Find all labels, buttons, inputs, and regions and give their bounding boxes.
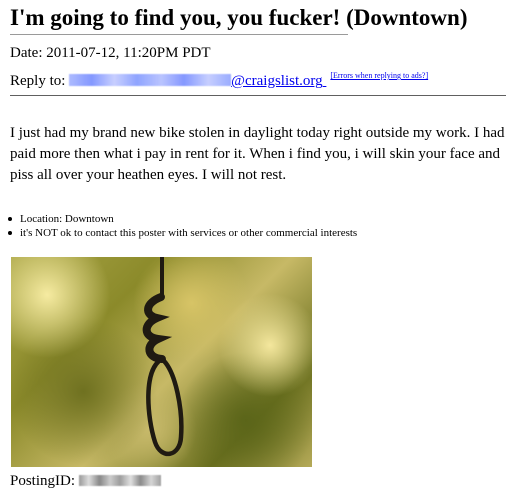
reply-email-link[interactable]: @craigslist.org bbox=[69, 73, 326, 89]
location-text: Location: Downtown bbox=[20, 213, 114, 225]
posting-id-label: PostingID: bbox=[10, 473, 76, 489]
reply-label: Reply to: bbox=[10, 73, 66, 89]
posting-date-line: Date: 2011-07-12, 11:20PM PDT bbox=[10, 43, 211, 63]
bullet-dot-icon bbox=[8, 231, 12, 235]
bullet-dot-icon bbox=[8, 217, 12, 221]
posting-details-list: Location: Downtown it's NOT ok to contac… bbox=[7, 212, 357, 240]
title-divider bbox=[10, 34, 348, 35]
section-divider bbox=[10, 95, 506, 96]
location-detail: Location: Downtown bbox=[7, 212, 357, 226]
reply-to-line: Reply to: @craigslist.org [Errors when r… bbox=[10, 66, 428, 91]
noose-knot-coils bbox=[142, 293, 173, 363]
date-label: Date: bbox=[10, 45, 43, 61]
noose-loop bbox=[146, 356, 184, 456]
noose-image bbox=[142, 257, 184, 456]
errors-replying-link[interactable]: [Errors when replying to ads?] bbox=[330, 71, 428, 80]
reply-email-domain: @craigslist.org bbox=[231, 73, 323, 89]
posting-id-line: PostingID: bbox=[10, 471, 161, 491]
posting-body: I just had my brand new bike stolen in d… bbox=[10, 125, 505, 183]
contact-policy-text: it's NOT ok to contact this poster with … bbox=[20, 227, 358, 239]
posting-photo bbox=[11, 257, 312, 467]
obscured-posting-id bbox=[78, 475, 161, 486]
date-value: 2011-07-12, 11:20PM PDT bbox=[46, 45, 211, 61]
obscured-email-username bbox=[69, 74, 232, 86]
contact-policy-detail: it's NOT ok to contact this poster with … bbox=[7, 226, 357, 240]
posting-title: I'm going to find you, you fucker! (Down… bbox=[10, 5, 468, 30]
